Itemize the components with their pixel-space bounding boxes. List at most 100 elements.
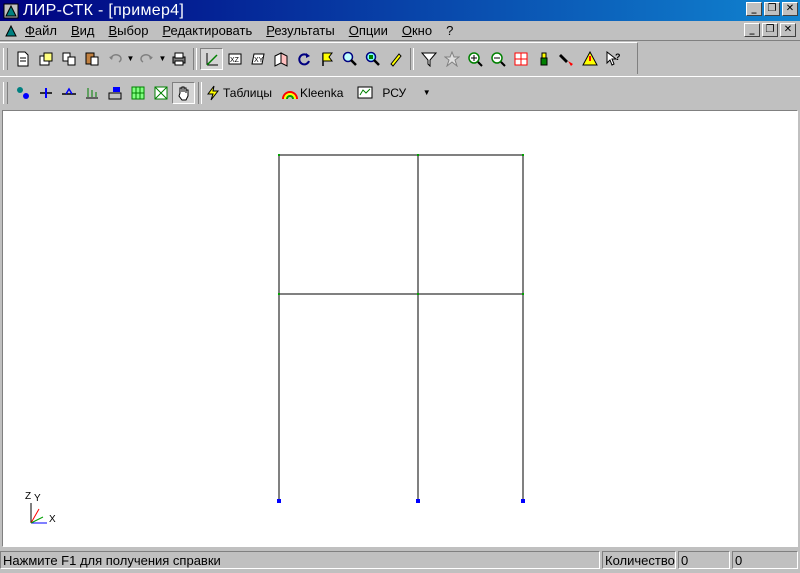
node[interactable] [522,293,524,295]
mdi-close-button[interactable]: ✕ [780,23,796,37]
rsu-dropdown[interactable]: ▼ [422,82,431,104]
pencil-button[interactable] [384,48,407,70]
yz-plane-button[interactable] [269,48,292,70]
xz-plane-button[interactable]: XZ [223,48,246,70]
node[interactable] [278,293,280,295]
z-axis-label: Z [25,491,31,502]
lightning-icon [207,85,220,100]
copy-button[interactable] [57,48,80,70]
nodes-icon [16,86,29,99]
undo-button[interactable] [103,48,126,70]
status-hint: Нажмите F1 для получения справки [0,551,600,569]
warning-icon [581,50,598,65]
menu-options[interactable]: Опции [349,23,388,38]
toolbar-grip[interactable] [3,47,8,70]
app-icon[interactable] [3,3,19,19]
redo-dropdown[interactable]: ▼ [158,48,167,70]
warning-button[interactable] [578,48,601,70]
close-button[interactable]: ✕ [782,2,798,16]
zoom-in-button[interactable] [463,48,486,70]
star-icon [443,50,460,67]
xz-plane-icon: XZ [228,53,241,64]
paste-icon [85,52,98,65]
table-grid-button[interactable] [126,82,149,104]
node[interactable] [522,154,524,156]
zoom-out-button[interactable] [486,48,509,70]
nodes-button[interactable] [11,82,34,104]
filter-button[interactable] [417,48,440,70]
menu-file[interactable]: Файл [25,23,57,38]
support-node[interactable] [521,499,525,503]
axes-indicator: Z Y X [25,491,56,525]
xy-plane-button[interactable]: XY [246,48,269,70]
help-pointer-icon: ? [606,50,620,66]
flag-load-button[interactable] [103,82,126,104]
paste-button[interactable] [80,48,103,70]
menu-window[interactable]: Окно [402,23,432,38]
rainbow-label: Kleenka [300,85,344,100]
rsu-label: РСУ [382,85,407,100]
rotate-button[interactable] [292,48,315,70]
count-value: 0 [678,551,730,569]
support-nodes [277,499,525,503]
menu-select[interactable]: Выбор [109,23,149,38]
diagram-button[interactable] [353,82,376,104]
svg-text:XZ: XZ [230,57,240,64]
restore-button[interactable]: ❐ [764,2,780,16]
rsu-button[interactable]: РСУ [382,82,406,104]
menu-edit[interactable]: Редактировать [162,23,252,38]
menu-help[interactable]: ? [446,23,453,38]
diagram-icon [357,86,373,98]
document-icon[interactable] [3,23,19,39]
x-axis-label: X [49,514,56,525]
brush-button[interactable] [555,48,578,70]
support-node[interactable] [416,499,420,503]
rainbow-icon [282,90,299,99]
grid-icon [514,52,527,65]
hand-icon [177,86,188,100]
hinge-button[interactable] [57,82,80,104]
axes-button[interactable] [200,47,223,70]
pencil-icon [389,52,402,67]
grid-button[interactable] [509,48,532,70]
rainbow-button[interactable]: Kleenka [282,82,343,104]
new-file-button[interactable] [11,48,34,70]
mdi-minimize-button[interactable]: _ [744,23,760,37]
flag-button[interactable] [315,48,338,70]
tables-button[interactable]: Таблицы [205,82,272,104]
menu-results[interactable]: Результаты [266,23,334,38]
mdi-restore-button[interactable]: ❐ [762,23,778,37]
filter-icon [420,52,437,67]
stiffness-button[interactable] [149,82,172,104]
node[interactable] [417,293,419,295]
support-node[interactable] [277,499,281,503]
context-help-button[interactable]: ? [601,48,624,70]
redo-button[interactable] [135,48,158,70]
rotate-icon [297,52,310,65]
print-button[interactable] [167,48,190,70]
node[interactable] [417,154,419,156]
support-button[interactable] [34,82,57,104]
y-axis-label: Y [34,493,41,504]
star-button[interactable] [440,48,463,70]
open-file-button[interactable] [34,48,57,70]
open-file-icon [39,52,52,65]
yz-plane-icon [274,51,287,67]
table-grid-icon [131,86,144,99]
undo-dropdown[interactable]: ▼ [126,48,135,70]
zoom-all-button[interactable] [361,48,384,70]
figure-button[interactable] [532,48,555,70]
model-canvas[interactable]: Z Y X [2,110,798,547]
zoom-button[interactable] [338,48,361,70]
hinge-icon [61,87,76,95]
load-button[interactable] [80,82,103,104]
toolbar-grip[interactable] [3,81,8,104]
hand-button[interactable] [172,81,195,104]
minimize-button[interactable]: _ [746,2,762,16]
node[interactable] [278,154,280,156]
tables-label: Таблицы [223,85,273,100]
magnifier-icon [342,51,357,66]
menu-view[interactable]: Вид [71,23,95,38]
xy-plane-icon: XY [250,53,265,64]
new-file-icon [17,51,28,66]
